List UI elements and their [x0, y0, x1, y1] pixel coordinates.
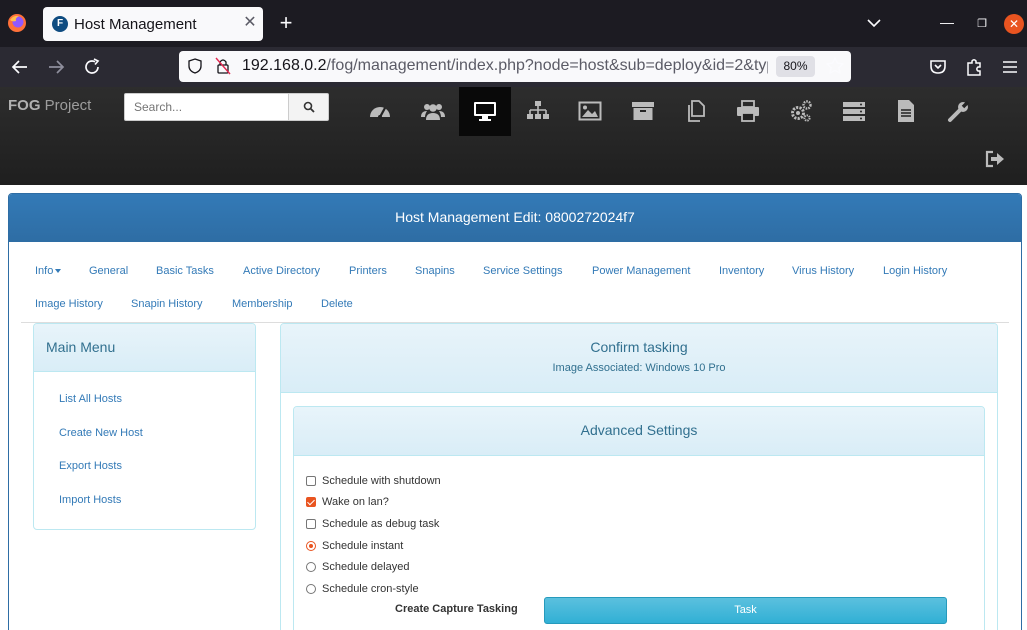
fog-header: FOG Project [0, 87, 1027, 185]
subnav-power-management[interactable]: Power Management [592, 265, 690, 277]
sidebar-item-export-hosts[interactable]: Export Hosts [59, 460, 122, 472]
browser-navigation-bar: 192.168.0.2/fog/management/index.php?nod… [0, 47, 1027, 87]
main-menu-panel: Main Menu List All Hosts Create New Host… [33, 323, 256, 530]
forward-arrow-icon[interactable] [44, 55, 68, 79]
advanced-settings-panel: Advanced Settings Schedule with shutdown… [293, 406, 985, 630]
main-menu-title: Main Menu [46, 339, 116, 355]
advanced-settings-heading: Advanced Settings [294, 407, 984, 456]
browser-tab-bar: F Host Management ✕ + — ❐ ✕ [0, 0, 1027, 47]
host-management-panel: Host Management Edit: 0800272024f7 Info … [8, 193, 1022, 630]
hamburger-menu-icon[interactable] [998, 55, 1022, 79]
services-cogs-icon[interactable] [775, 87, 827, 136]
groups-sitemap-icon[interactable] [512, 87, 564, 136]
url-bar[interactable]: 192.168.0.2/fog/management/index.php?nod… [179, 51, 851, 82]
confirm-tasking-heading: Confirm tasking Image Associated: Window… [281, 324, 997, 393]
wake-on-lan-label: Wake on lan? [322, 496, 389, 508]
window-minimize-icon[interactable]: — [936, 14, 958, 34]
url-text[interactable]: 192.168.0.2/fog/management/index.php?nod… [242, 57, 768, 75]
schedule-with-shutdown-checkbox[interactable] [306, 476, 316, 486]
insecure-lock-icon[interactable] [215, 57, 231, 75]
window-close-icon[interactable]: ✕ [1004, 14, 1024, 34]
advanced-settings-title: Advanced Settings [580, 422, 698, 438]
bookmark-star-icon[interactable] [825, 56, 845, 76]
confirm-tasking-panel: Confirm tasking Image Associated: Window… [280, 323, 998, 630]
sidebar-item-import-hosts[interactable]: Import Hosts [59, 494, 121, 506]
users-icon[interactable] [407, 87, 459, 136]
tracking-shield-icon[interactable] [187, 58, 203, 74]
url-host: 192.168.0.2 [242, 57, 327, 74]
new-tab-plus-icon[interactable]: + [274, 11, 298, 35]
zoom-level-badge[interactable]: 80% [776, 56, 815, 77]
settings-wrench-icon[interactable] [933, 87, 985, 136]
subnav-service-settings[interactable]: Service Settings [483, 265, 562, 277]
page-title: Host Management Edit: 0800272024f7 [395, 209, 635, 225]
panel-heading: Host Management Edit: 0800272024f7 [9, 194, 1021, 242]
pocket-icon[interactable] [926, 55, 950, 79]
subnav-active-directory[interactable]: Active Directory [243, 265, 320, 277]
wake-on-lan-checkbox[interactable] [306, 497, 316, 507]
images-picture-icon[interactable] [564, 87, 616, 136]
image-associated-text: Image Associated: Windows 10 Pro [552, 362, 726, 374]
back-arrow-icon[interactable] [8, 55, 32, 79]
fog-favicon-icon: F [52, 16, 68, 32]
subnav-login-history[interactable]: Login History [883, 265, 947, 277]
logout-sign-out-icon[interactable] [984, 149, 1006, 169]
subnav-delete[interactable]: Delete [321, 298, 353, 310]
confirm-tasking-title: Confirm tasking [590, 339, 688, 355]
schedule-debug-task-checkbox[interactable] [306, 519, 316, 529]
subnav-printers[interactable]: Printers [349, 265, 387, 277]
printers-icon[interactable] [722, 87, 774, 136]
brand-rest: Project [40, 97, 92, 114]
subnav-snapin-history[interactable]: Snapin History [131, 298, 203, 310]
schedule-instant-label: Schedule instant [322, 540, 404, 552]
main-menu-heading: Main Menu [34, 324, 255, 372]
subnav-virus-history[interactable]: Virus History [792, 265, 854, 277]
sidebar-item-list-all-hosts[interactable]: List All Hosts [59, 393, 122, 405]
subnav-image-history[interactable]: Image History [35, 298, 103, 310]
sidebar-item-create-new-host[interactable]: Create New Host [59, 427, 143, 439]
tab-title: Host Management [74, 16, 197, 33]
dashboard-icon[interactable] [354, 87, 406, 136]
brand-bold: FOG [8, 97, 41, 114]
schedule-with-shutdown-label: Schedule with shutdown [322, 475, 441, 487]
window-maximize-icon[interactable]: ❐ [971, 14, 993, 34]
schedule-cron-style-radio[interactable] [306, 584, 316, 594]
tasks-server-icon[interactable] [828, 87, 880, 136]
schedule-debug-task-label: Schedule as debug task [322, 518, 440, 530]
subnav-inventory[interactable]: Inventory [719, 265, 764, 277]
subnav-info-label: Info [35, 265, 54, 277]
schedule-cron-style-label: Schedule cron-style [322, 583, 419, 595]
firefox-logo-icon[interactable] [7, 13, 27, 33]
reload-icon[interactable] [80, 55, 104, 79]
tab-list-chevron-down-icon[interactable] [864, 13, 884, 33]
task-button[interactable]: Task [544, 597, 947, 624]
fog-brand[interactable]: FOG Project [8, 97, 91, 114]
search-input[interactable] [124, 93, 289, 121]
browser-tab-active[interactable]: F Host Management ✕ [43, 7, 263, 41]
url-path: /fog/management/index.php?node=host&sub=… [326, 57, 768, 74]
search-icon [303, 101, 315, 113]
snapins-copy-icon[interactable] [670, 87, 722, 136]
search-button[interactable] [288, 93, 329, 121]
subnav-membership[interactable]: Membership [232, 298, 293, 310]
subnav-snapins[interactable]: Snapins [415, 265, 455, 277]
schedule-delayed-label: Schedule delayed [322, 561, 410, 573]
caret-down-icon [55, 269, 62, 274]
subnav-general[interactable]: General [89, 265, 128, 277]
storage-archive-icon[interactable] [617, 87, 669, 136]
reports-file-icon[interactable] [880, 87, 932, 136]
schedule-instant-radio[interactable] [306, 541, 316, 551]
subnav-info[interactable]: Info [35, 265, 62, 277]
hosts-monitor-icon[interactable] [459, 87, 511, 136]
schedule-delayed-radio[interactable] [306, 562, 316, 572]
subnav-basic-tasks[interactable]: Basic Tasks [156, 265, 214, 277]
tab-close-icon[interactable]: ✕ [240, 12, 260, 34]
create-capture-tasking-label: Create Capture Tasking [395, 603, 518, 615]
extensions-puzzle-icon[interactable] [962, 55, 986, 79]
